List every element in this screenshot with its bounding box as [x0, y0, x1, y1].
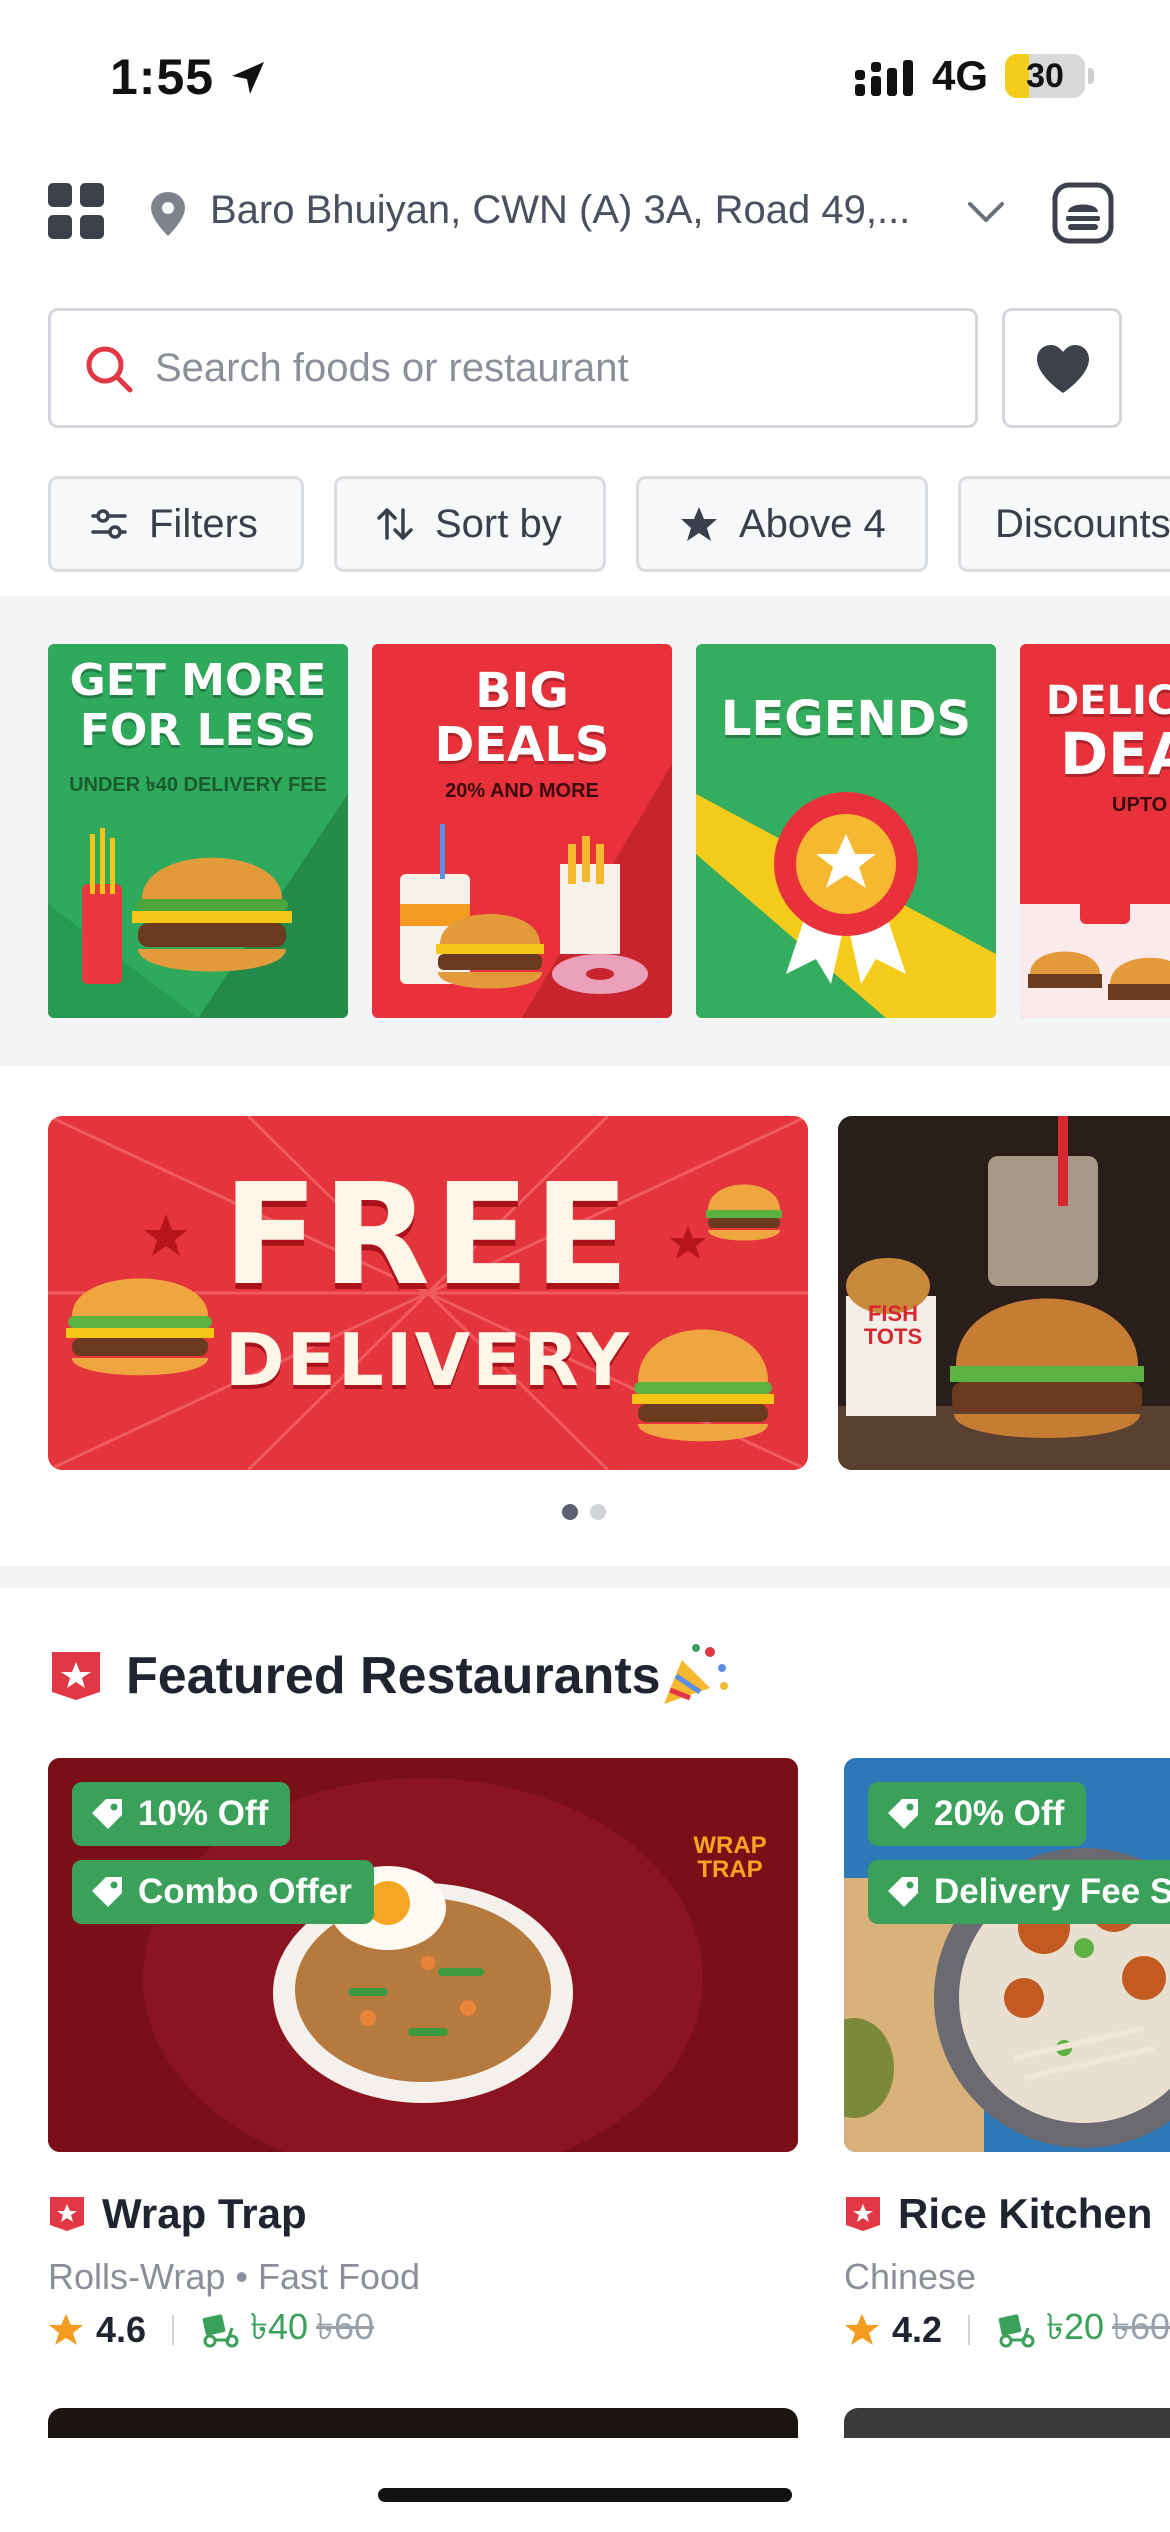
apps-grid-icon[interactable]	[48, 183, 104, 239]
search-input[interactable]	[155, 311, 955, 425]
featured-badge-icon	[52, 1652, 100, 1700]
burger-icon	[706, 1184, 782, 1241]
burger-icon	[66, 1278, 214, 1376]
fish-tots-sign: FISH TOTS	[863, 1301, 923, 1350]
category-subtitle: UNDER ৳40 DELIVERY FEE	[69, 774, 327, 796]
featured-badge-icon	[846, 2197, 880, 2231]
discounts-chip-label: Discounts	[995, 501, 1170, 546]
restaurant-rating: 4.6	[96, 2309, 147, 2350]
delivery-fee: ৳20	[1046, 2306, 1105, 2347]
star-icon	[845, 2314, 879, 2345]
meta-divider	[968, 2315, 971, 2345]
sort-by-chip-label: Sort by	[435, 501, 562, 546]
carousel-dots	[562, 1504, 606, 1520]
battery-tip	[1088, 68, 1094, 84]
restaurant-name[interactable]: Wrap Trap	[102, 2190, 307, 2238]
combo-meal-illustration	[1020, 854, 1170, 1018]
meta-divider	[172, 2315, 175, 2345]
combo-offer-badge: Combo Offer	[72, 1860, 374, 1924]
category-card-legends[interactable]: LEGENDS	[696, 644, 996, 1018]
restaurant-card-rice-kitchen[interactable]: 20% Off Delivery Fee Sa	[844, 1758, 1170, 2152]
category-card-delicious-deals[interactable]: DELIC DEA UPTO 7	[1020, 644, 1170, 1018]
old-delivery-fee: ৳60	[316, 2306, 375, 2347]
star-icon	[49, 2314, 83, 2345]
filters-chip[interactable]: Filters	[48, 476, 304, 572]
category-title-line-1: GET MORE	[69, 655, 327, 706]
tag-icon	[888, 1799, 918, 1829]
category-title-line-2: DEALS	[434, 717, 610, 773]
signal-icon	[855, 60, 913, 96]
discount-badge-label: 10% Off	[138, 1794, 269, 1833]
old-delivery-fee: ৳60	[1112, 2306, 1170, 2347]
category-title-line-1: DELIC	[1046, 678, 1170, 724]
status-time: 1:55	[110, 49, 215, 105]
category-title-line-1: LEGENDS	[720, 691, 972, 747]
restaurant-meta: 4.6 ৳40 ৳60	[48, 2306, 374, 2352]
delivery-bike-icon	[202, 2314, 239, 2348]
combo-offer-badge-label: Combo Offer	[138, 1872, 352, 1911]
delivery-bike-icon	[998, 2314, 1035, 2348]
heart-icon	[1037, 345, 1089, 393]
category-title-line-2: FOR LESS	[79, 705, 317, 756]
restaurant-rating: 4.2	[892, 2309, 943, 2350]
tag-icon	[92, 1877, 122, 1907]
discount-badge: 20% Off	[868, 1782, 1087, 1846]
location-arrow-icon	[232, 62, 264, 94]
category-subtitle: 20% AND MORE	[445, 780, 599, 802]
location-pin-icon	[151, 192, 185, 236]
burger-fries-illustration	[82, 828, 292, 984]
delivery-fee-badge-label: Delivery Fee Sa	[934, 1872, 1170, 1911]
section-divider	[0, 1566, 1170, 1588]
fish-tots-banner[interactable]: FISH TOTS	[838, 1116, 1170, 1470]
category-title-line-1: BIG	[475, 663, 569, 719]
restaurant-card-peek	[48, 2408, 798, 2438]
category-title-line-2: DEA	[1060, 720, 1170, 788]
delivery-fee: ৳40	[250, 2306, 309, 2347]
restaurant-logo: WRAP TRAP	[693, 1832, 767, 1883]
award-ribbon-icon	[774, 792, 918, 984]
restaurant-card-peek	[844, 2408, 1170, 2438]
burger-shake-photo	[838, 1116, 1170, 1470]
featured-badge-icon	[50, 2197, 84, 2231]
star-icon	[681, 507, 717, 541]
delivery-address[interactable]: Baro Bhuiyan, CWN (A) 3A, Road 49,...	[210, 188, 910, 233]
sort-arrows-icon	[377, 508, 413, 540]
delivery-fee-badge: Delivery Fee Sa	[868, 1860, 1170, 1924]
search-icon	[86, 346, 133, 393]
home-indicator[interactable]	[378, 2488, 792, 2502]
favorites-button[interactable]	[1002, 308, 1122, 428]
free-delivery-banner[interactable]: FREE DELIVERY	[48, 1116, 808, 1470]
status-bar: 1:55 4G 30	[0, 0, 1170, 150]
search-bar[interactable]	[48, 308, 978, 428]
orders-burger-icon[interactable]	[1052, 182, 1114, 244]
discount-badge-label: 20% Off	[934, 1794, 1065, 1833]
category-card-big-deals[interactable]: BIG DEALS 20% AND MORE	[372, 644, 672, 1018]
sliders-icon	[91, 509, 127, 539]
restaurant-card-wrap-trap[interactable]: 10% Off Combo Offer WRAP TRAP	[48, 1758, 798, 2152]
above-4-chip[interactable]: Above 4	[636, 476, 928, 572]
restaurant-meta: 4.2 ৳20 ৳60	[844, 2306, 1170, 2352]
restaurant-cuisine: Rolls-Wrap • Fast Food	[48, 2256, 421, 2297]
battery-level: 30	[1026, 57, 1064, 95]
above-4-chip-label: Above 4	[739, 501, 886, 546]
filters-chip-label: Filters	[149, 501, 258, 546]
category-card-get-more-for-less[interactable]: GET MORE FOR LESS UNDER ৳40 DELIVERY FEE	[48, 644, 348, 1018]
discounts-chip[interactable]: Discounts	[958, 476, 1170, 572]
drink-burger-fries-illustration	[400, 824, 648, 994]
category-carousel: GET MORE FOR LESS UNDER ৳40 DELIVERY FEE…	[0, 596, 1170, 1066]
restaurant-name[interactable]: Rice Kitchen	[898, 2190, 1152, 2238]
chevron-down-icon[interactable]	[966, 198, 1006, 226]
battery-icon: 30	[1005, 54, 1085, 98]
discount-badge: 10% Off	[72, 1782, 291, 1846]
network-type: 4G	[932, 52, 989, 99]
sort-by-chip[interactable]: Sort by	[334, 476, 606, 572]
category-subtitle: UPTO 7	[1112, 794, 1170, 816]
tag-icon	[888, 1877, 918, 1907]
burger-icon	[632, 1329, 774, 1442]
tag-icon	[92, 1799, 122, 1829]
restaurant-cuisine: Chinese	[844, 2256, 977, 2297]
featured-section-title: Featured Restaurants	[126, 1647, 661, 1705]
party-popper-icon	[664, 1644, 728, 1704]
